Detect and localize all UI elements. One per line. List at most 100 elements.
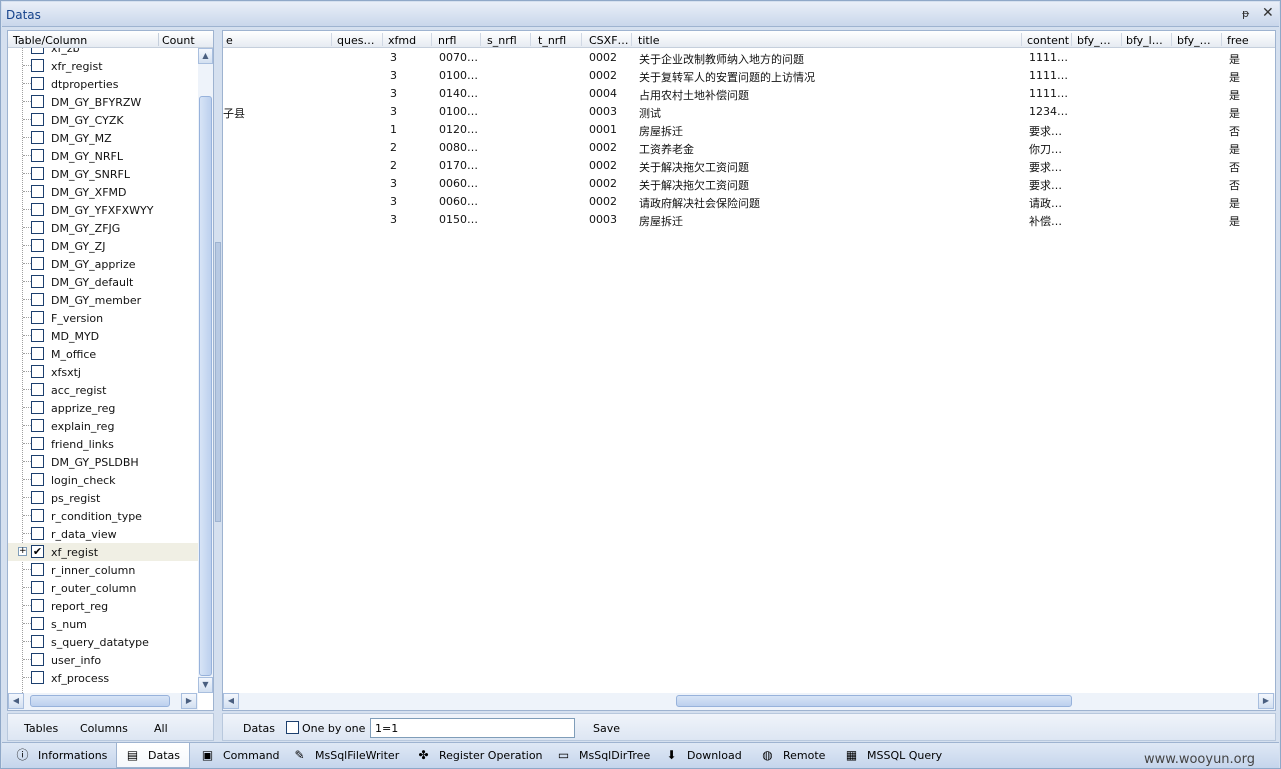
close-icon[interactable]: ✕ <box>1262 5 1274 21</box>
tree-item[interactable]: xfsxtj <box>8 363 198 381</box>
tree-item[interactable]: + ✔ xf_regist <box>8 543 198 561</box>
tree-item[interactable]: DM_GY_ZFJG <box>8 219 198 237</box>
pin-icon[interactable]: ᵽ <box>1242 7 1249 20</box>
tree-item-checkbox[interactable] <box>31 113 44 126</box>
tree-item-checkbox[interactable] <box>31 131 44 144</box>
tree-item-checkbox[interactable] <box>31 293 44 306</box>
tab-datas[interactable]: ▤ Datas <box>116 743 190 768</box>
tab-remote[interactable]: ◍ Remote <box>752 743 834 768</box>
column-divider[interactable] <box>431 33 432 46</box>
tree-item-checkbox[interactable] <box>31 59 44 72</box>
table-row[interactable]: 3 0150… 0003 房屋拆迁 补偿… 是 <box>223 211 1275 229</box>
column-header[interactable]: s_nrfl <box>487 34 517 47</box>
tree-item-checkbox[interactable] <box>31 617 44 630</box>
column-header[interactable]: CSXF… <box>589 34 629 47</box>
scroll-left-icon[interactable]: ◀ <box>223 693 239 709</box>
tree-item-checkbox[interactable] <box>31 77 44 90</box>
tree-item[interactable]: friend_links <box>8 435 198 453</box>
tree-item[interactable]: s_query_datatype <box>8 633 198 651</box>
tree-item[interactable]: M_office <box>8 345 198 363</box>
tree-item[interactable]: xf_zb <box>8 48 198 57</box>
column-divider[interactable] <box>1221 33 1222 46</box>
tree-item-checkbox[interactable] <box>31 653 44 666</box>
tree-item[interactable]: dtproperties <box>8 75 198 93</box>
tree-item[interactable]: r_data_view <box>8 525 198 543</box>
column-divider[interactable] <box>382 33 383 46</box>
scroll-thumb[interactable] <box>199 96 212 676</box>
tree-horizontal-scrollbar[interactable]: ◀ ▶ <box>8 693 198 710</box>
scroll-thumb[interactable] <box>30 695 170 707</box>
table-row[interactable]: 2 0080… 0002 工资养老金 你刀… 是 <box>223 139 1275 157</box>
table-row[interactable]: 3 0060… 0002 关于解决拖欠工资问题 要求… 否 <box>223 175 1275 193</box>
tree-item[interactable]: DM_GY_YFXFXWYY <box>8 201 198 219</box>
scroll-right-icon[interactable]: ▶ <box>181 693 197 709</box>
tables-button[interactable]: Tables <box>24 722 58 735</box>
tree-item-checkbox[interactable] <box>31 203 44 216</box>
tree-item[interactable]: user_info <box>8 651 198 669</box>
tree-item-checkbox[interactable] <box>31 671 44 684</box>
tree-item-checkbox[interactable] <box>31 257 44 270</box>
column-header[interactable]: nrfl <box>438 34 456 47</box>
tree-item[interactable]: xfr_regist <box>8 57 198 75</box>
tree-item-checkbox[interactable] <box>31 491 44 504</box>
tree-item[interactable]: DM_GY_SNRFL <box>8 165 198 183</box>
tree-item[interactable]: DM_GY_BFYRZW <box>8 93 198 111</box>
tree-item-checkbox[interactable] <box>31 365 44 378</box>
tree-item-checkbox[interactable] <box>31 311 44 324</box>
tree-item-checkbox[interactable] <box>31 635 44 648</box>
tree-item[interactable]: login_check <box>8 471 198 489</box>
tree-item-checkbox[interactable]: ✔ <box>31 545 44 558</box>
tree-item-checkbox[interactable] <box>31 185 44 198</box>
column-header[interactable]: xfmd <box>388 34 416 47</box>
tree-item[interactable]: DM_GY_ZJ <box>8 237 198 255</box>
tree-item-checkbox[interactable] <box>31 455 44 468</box>
scroll-up-icon[interactable]: ▲ <box>198 48 213 64</box>
tree-item-checkbox[interactable] <box>31 527 44 540</box>
tree-item-checkbox[interactable] <box>31 437 44 450</box>
tree-item-checkbox[interactable] <box>31 599 44 612</box>
tree-item[interactable]: F_version <box>8 309 198 327</box>
table-row[interactable]: 3 0070… 0002 关于企业改制教师纳入地方的问题 1111… 是 <box>223 49 1275 67</box>
scroll-left-icon[interactable]: ◀ <box>8 693 24 709</box>
tree-item[interactable]: apprize_reg <box>8 399 198 417</box>
tree-vertical-scrollbar[interactable]: ▲ ▼ <box>198 48 213 693</box>
tree-item[interactable]: report_reg <box>8 597 198 615</box>
tree-item-checkbox[interactable] <box>31 275 44 288</box>
table-row[interactable]: 3 0140… 0004 占用农村土地补偿问题 1111… 是 <box>223 85 1275 103</box>
column-header[interactable]: free <box>1227 34 1249 47</box>
datas-button[interactable]: Datas <box>243 722 275 735</box>
tab-register-operation[interactable]: ✤ Register Operation <box>408 743 546 768</box>
tree-item[interactable]: explain_reg <box>8 417 198 435</box>
tree-item[interactable]: acc_regist <box>8 381 198 399</box>
scroll-right-icon[interactable]: ▶ <box>1258 693 1274 709</box>
table-row[interactable]: 子县 3 0100… 0003 测试 1234… 是 <box>223 103 1275 121</box>
all-button[interactable]: All <box>154 722 168 735</box>
column-divider[interactable] <box>631 33 632 46</box>
tree-item-checkbox[interactable] <box>31 383 44 396</box>
tree-item-checkbox[interactable] <box>31 167 44 180</box>
column-header[interactable]: bfy_… <box>1177 34 1211 47</box>
tab-mssqlfilewriter[interactable]: ✎ MsSqlFileWriter <box>284 743 406 768</box>
tree-item-checkbox[interactable] <box>31 401 44 414</box>
tree-item-checkbox[interactable] <box>31 473 44 486</box>
tree-item[interactable]: xf_process <box>8 669 198 687</box>
count-header[interactable]: Count <box>162 34 195 47</box>
column-divider[interactable] <box>530 33 531 46</box>
column-header[interactable]: title <box>638 34 660 47</box>
panel-splitter[interactable] <box>215 30 221 711</box>
one-by-one-checkbox[interactable] <box>286 721 299 734</box>
tree-item[interactable]: s_num <box>8 615 198 633</box>
column-divider[interactable] <box>1021 33 1022 46</box>
filter-input[interactable]: 1=1 <box>370 718 575 738</box>
tree-item-checkbox[interactable] <box>31 239 44 252</box>
tree-item[interactable]: DM_GY_CYZK <box>8 111 198 129</box>
tree-item-checkbox[interactable] <box>31 329 44 342</box>
splitter-grip[interactable] <box>215 242 221 522</box>
tree-item-checkbox[interactable] <box>31 95 44 108</box>
tree-item-checkbox[interactable] <box>31 347 44 360</box>
column-header[interactable]: t_nrfl <box>538 34 566 47</box>
tree-item[interactable]: DM_GY_default <box>8 273 198 291</box>
column-header[interactable]: e <box>226 34 233 47</box>
tree-item-checkbox[interactable] <box>31 509 44 522</box>
column-divider[interactable] <box>1171 33 1172 46</box>
